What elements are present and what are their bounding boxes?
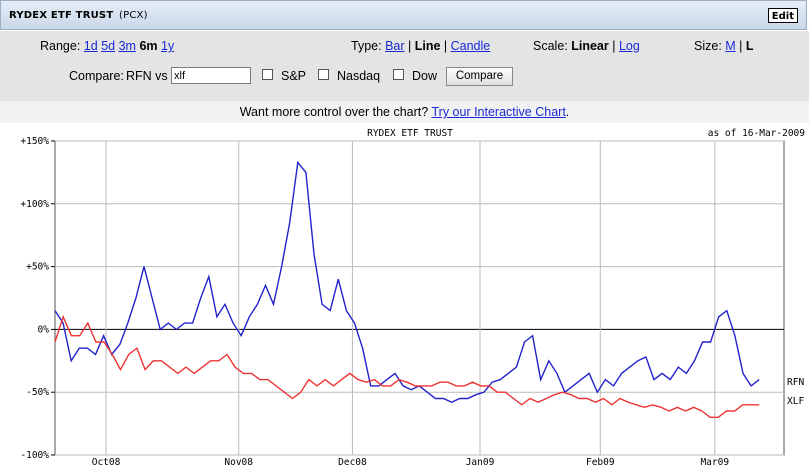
- x-tick-label: Mar09: [700, 457, 729, 466]
- size-label: Size:: [694, 39, 722, 53]
- edit-button[interactable]: Edit: [767, 8, 798, 23]
- sp-label: S&P: [281, 69, 307, 83]
- dow-checkbox[interactable]: [393, 69, 404, 80]
- y-tick-label: -100%: [20, 450, 49, 461]
- x-tick-label: Feb09: [586, 457, 615, 466]
- chart-controls: Range: 1d 5d 3m 6m 1y Type: Bar | Line |…: [0, 31, 809, 101]
- size-l-selected: L: [745, 39, 754, 53]
- x-tick-label: Oct08: [92, 457, 121, 466]
- y-tick-label: +100%: [20, 199, 49, 210]
- sp-checkbox[interactable]: [262, 69, 273, 80]
- exchange-label: (PCX): [119, 10, 148, 21]
- type-candle-link[interactable]: Candle: [451, 39, 491, 53]
- promo-text: Want more control over the chart?: [239, 105, 429, 119]
- legend-xlf: XLF: [787, 396, 804, 407]
- compare-row: Compare: RFN vs S&P Nasdaq Dow Compare: [0, 67, 809, 87]
- y-axis-ticks: +150% +100% +50% 0% -50% -100%: [20, 136, 55, 461]
- fund-name: RYDEX ETF TRUST: [9, 10, 114, 21]
- type-group: Type: Bar | Line | Candle: [351, 39, 491, 53]
- y-tick-label: -50%: [26, 387, 49, 398]
- promo-suffix: .: [565, 105, 570, 119]
- x-tick-label: Nov08: [224, 457, 253, 466]
- controls-row-1: Range: 1d 5d 3m 6m 1y Type: Bar | Line |…: [0, 39, 809, 55]
- nasdaq-checkbox[interactable]: [318, 69, 329, 80]
- range-group: Range: 1d 5d 3m 6m 1y: [40, 39, 174, 53]
- compare-symbol-input[interactable]: [171, 67, 251, 84]
- promo-bar: Want more control over the chart? Try ou…: [0, 101, 809, 123]
- compare-prefix: RFN vs: [126, 69, 168, 83]
- x-tick-label: Dec08: [338, 457, 367, 466]
- size-m-link[interactable]: M: [725, 39, 735, 53]
- type-line-selected: Line: [414, 39, 441, 53]
- series-legend: RFN XLF: [787, 377, 804, 407]
- scale-linear-selected: Linear: [571, 39, 609, 53]
- size-group: Size: M | L: [694, 39, 754, 53]
- x-axis-ticks: Oct08 Nov08 Dec08 Jan09 Feb09 Mar09: [92, 457, 730, 466]
- chart-title: RYDEX ETF TRUST: [367, 128, 453, 139]
- range-3m-link[interactable]: 3m: [119, 39, 136, 53]
- range-1d-link[interactable]: 1d: [84, 39, 98, 53]
- dow-label: Dow: [412, 69, 438, 83]
- chart-widget: RYDEX ETF TRUST (PCX) Edit Range: 1d 5d …: [0, 0, 809, 466]
- y-tick-label: +150%: [20, 136, 49, 147]
- x-tick-label: Jan09: [466, 457, 495, 466]
- range-6m-selected: 6m: [139, 39, 158, 53]
- compare-button[interactable]: Compare: [446, 67, 513, 86]
- compare-label: Compare:: [69, 69, 124, 83]
- type-bar-link[interactable]: Bar: [385, 39, 404, 53]
- range-1y-link[interactable]: 1y: [161, 39, 174, 53]
- scale-log-link[interactable]: Log: [619, 39, 640, 53]
- y-tick-label: 0%: [38, 324, 50, 335]
- price-chart: +150% +100% +50% 0% -50% -100% Oct08 Nov08 Dec0…: [20, 128, 806, 466]
- interactive-chart-link[interactable]: Try our Interactive Chart: [431, 105, 565, 119]
- widget-title: RYDEX ETF TRUST (PCX): [9, 10, 148, 21]
- scale-label: Scale:: [533, 39, 568, 53]
- range-5d-link[interactable]: 5d: [101, 39, 115, 53]
- title-bar: RYDEX ETF TRUST (PCX) Edit: [0, 0, 807, 30]
- scale-group: Scale: Linear | Log: [533, 39, 640, 53]
- legend-rfn: RFN: [787, 377, 804, 388]
- y-tick-label: +50%: [26, 262, 49, 273]
- range-label: Range:: [40, 39, 81, 53]
- chart-date-label: as of 16-Mar-2009: [708, 128, 806, 139]
- type-label: Type:: [351, 39, 382, 53]
- nasdaq-label: Nasdaq: [337, 69, 381, 83]
